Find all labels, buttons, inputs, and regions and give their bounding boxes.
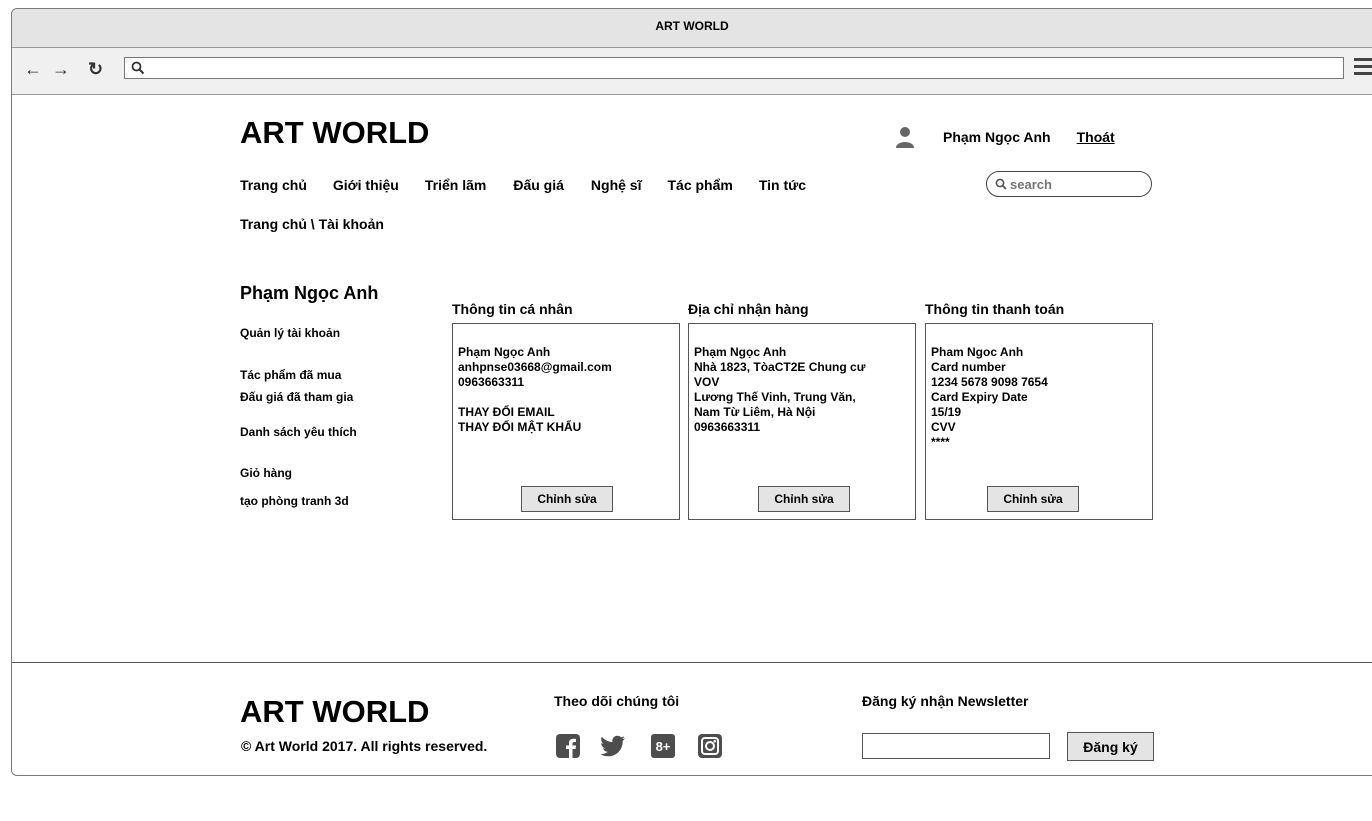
payment-title: Thông tin thanh toán xyxy=(925,301,1065,317)
nav-item-news[interactable]: Tin tức xyxy=(759,177,806,193)
browser-toolbar: ← → ↻ xyxy=(12,48,1372,95)
edit-payment-button[interactable]: Chỉnh sửa xyxy=(987,486,1079,512)
newsletter-email-input[interactable] xyxy=(862,733,1050,759)
sidebar-user-name: Phạm Ngọc Anh xyxy=(240,283,379,303)
address-bar[interactable] xyxy=(124,57,1344,79)
change-email-link[interactable]: THAY ĐỔI EMAIL xyxy=(458,405,674,420)
nav-item-home[interactable]: Trang chủ xyxy=(240,177,307,193)
footer-logo: ART WORLD xyxy=(240,694,430,729)
cvv-label: CVV xyxy=(931,420,956,434)
address-line1: Nhà 1823, TòaCT2E Chung cư xyxy=(694,360,866,374)
address-name: Phạm Ngọc Anh xyxy=(694,345,787,359)
search-box[interactable] xyxy=(986,171,1152,197)
card-expiry: 15/19 xyxy=(931,405,962,419)
sidebar-item-auctions[interactable]: Đấu giá đã tham gia xyxy=(240,390,353,404)
google-plus-icon[interactable]: 8+ xyxy=(651,734,675,758)
subscribe-button[interactable]: Đăng ký xyxy=(1067,732,1154,761)
nav-item-artists[interactable]: Nghệ sĩ xyxy=(591,177,642,193)
main-nav: Trang chủ Giới thiệu Triển lãm Đấu giá N… xyxy=(240,177,806,193)
search-icon xyxy=(131,61,145,75)
sidebar-item-cart[interactable]: Giỏ hàng xyxy=(240,466,292,480)
nav-item-artworks[interactable]: Tác phẩm xyxy=(667,177,732,193)
personal-email: anhpnse03668@gmail.com xyxy=(458,360,612,374)
search-icon xyxy=(995,178,1007,190)
personal-info-title: Thông tin cá nhân xyxy=(452,301,573,317)
payment-panel: Pham Ngoc Anh Card number 1234 5678 9098… xyxy=(925,323,1153,520)
sidebar-item-purchased[interactable]: Tác phẩm đã mua xyxy=(240,368,341,382)
personal-info-panel: Phạm Ngọc Anh anhpnse03668@gmail.com 096… xyxy=(452,323,680,520)
nav-item-exhibition[interactable]: Triển lãm xyxy=(425,177,486,193)
google-plus-glyph: 8+ xyxy=(656,739,671,754)
payment-name: Pham Ngoc Anh xyxy=(931,345,1024,359)
user-name[interactable]: Phạm Ngọc Anh xyxy=(943,129,1051,145)
change-password-link[interactable]: THAY ĐỔI MẬT KHẨU xyxy=(458,420,674,435)
breadcrumb: Trang chủ \ Tài khoản xyxy=(240,216,384,232)
personal-name: Phạm Ngọc Anh xyxy=(458,345,551,359)
newsletter-title: Đăng ký nhận Newsletter xyxy=(862,693,1029,709)
edit-personal-button[interactable]: Chỉnh sửa xyxy=(521,486,613,512)
window-title: ART WORLD xyxy=(12,9,1372,48)
edit-address-button[interactable]: Chỉnh sửa xyxy=(758,486,850,512)
sidebar-item-3d-gallery[interactable]: tạo phòng tranh 3d xyxy=(240,494,349,508)
follow-title: Theo dõi chúng tôi xyxy=(554,693,680,709)
address-phone: 0963663311 xyxy=(694,420,761,434)
card-number-label: Card number xyxy=(931,360,1006,374)
cvv-value: **** xyxy=(931,435,950,449)
user-area: Phạm Ngọc Anh Thoát xyxy=(895,126,1115,148)
address-line3: Lương Thế Vinh, Trung Văn, xyxy=(694,390,856,404)
sidebar-item-wishlist[interactable]: Danh sách yêu thích xyxy=(240,425,357,439)
nav-item-auction[interactable]: Đấu giá xyxy=(513,177,564,193)
hamburger-menu-icon[interactable] xyxy=(1354,58,1372,78)
back-arrow-icon[interactable]: ← xyxy=(24,59,42,79)
address-title: Địa chỉ nhận hàng xyxy=(688,301,809,317)
card-number: 1234 5678 9098 7654 xyxy=(931,375,1048,389)
address-panel: Phạm Ngọc Anh Nhà 1823, TòaCT2E Chung cư… xyxy=(688,323,916,520)
facebook-icon[interactable] xyxy=(556,734,580,758)
user-icon xyxy=(896,127,914,148)
nav-item-about[interactable]: Giới thiệu xyxy=(333,177,399,193)
search-input[interactable] xyxy=(1010,176,1130,192)
personal-phone: 0963663311 xyxy=(458,375,525,389)
instagram-icon[interactable] xyxy=(698,734,722,758)
sidebar-item-account[interactable]: Quản lý tài khoản xyxy=(240,326,340,340)
site-logo[interactable]: ART WORLD xyxy=(240,115,429,151)
forward-arrow-icon[interactable]: → xyxy=(52,59,70,79)
copyright: © Art World 2017. All rights reserved. xyxy=(241,738,488,754)
address-line4: Nam Từ Liêm, Hà Nội xyxy=(694,405,816,419)
footer xyxy=(12,662,1372,776)
card-expiry-label: Card Expiry Date xyxy=(931,390,1028,404)
reload-icon[interactable]: ↻ xyxy=(88,59,103,79)
address-line2: VOV xyxy=(694,375,720,389)
twitter-icon[interactable] xyxy=(600,734,626,758)
logout-link[interactable]: Thoát xyxy=(1077,129,1115,145)
